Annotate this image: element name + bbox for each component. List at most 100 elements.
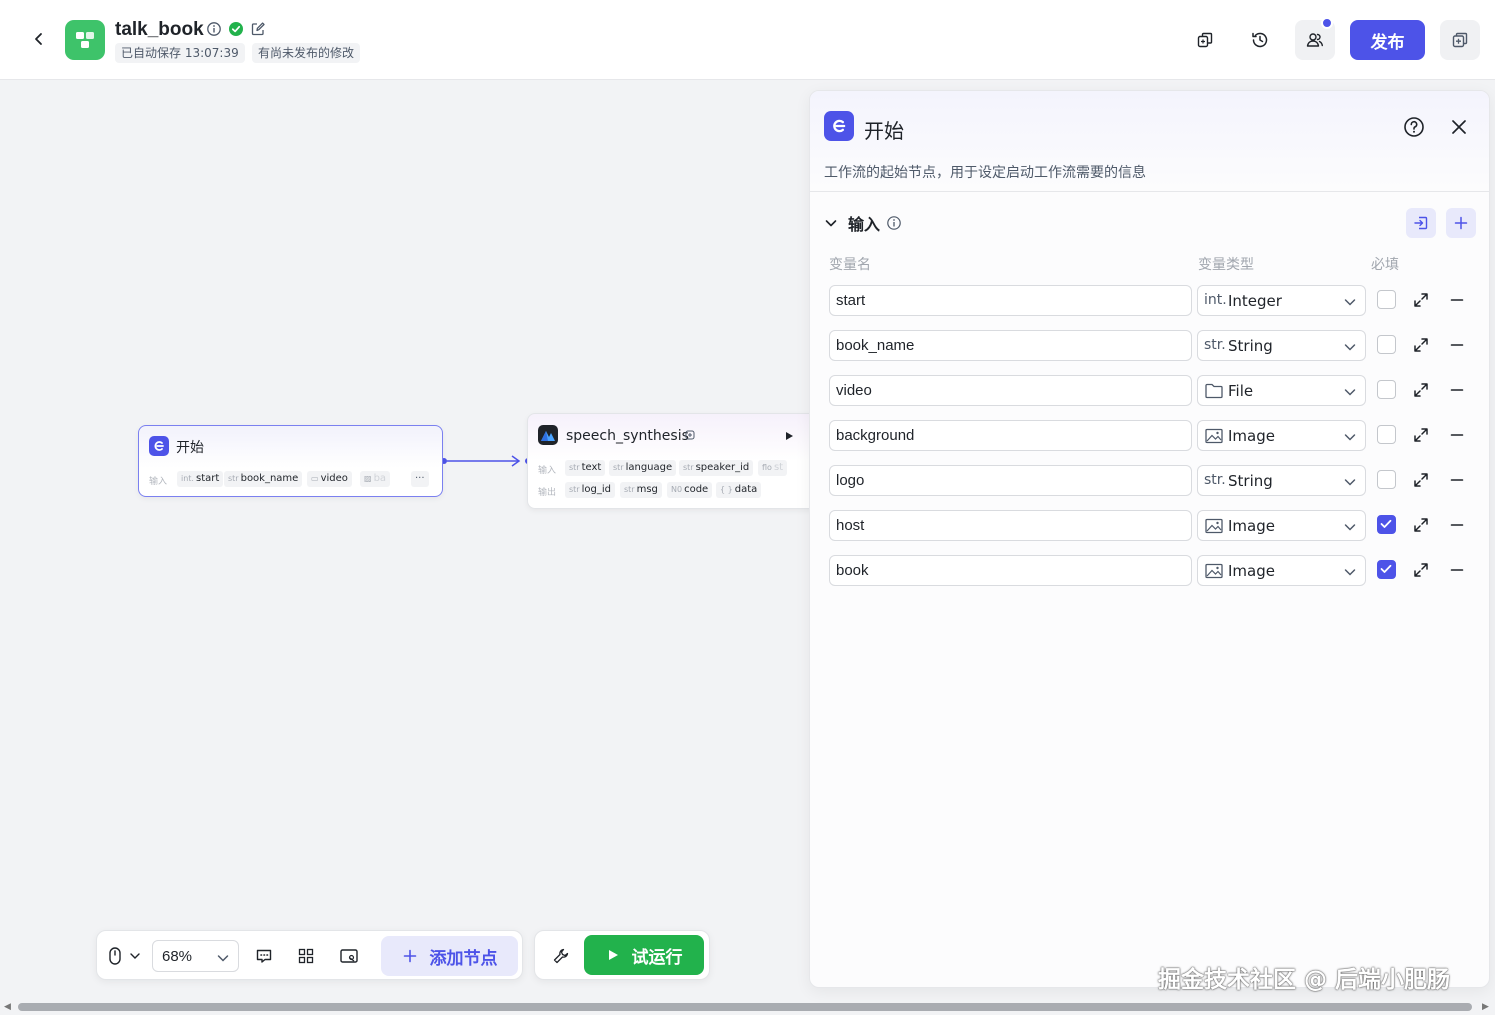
info-icon[interactable] — [206, 21, 222, 37]
import-variables-button[interactable] — [1406, 208, 1436, 238]
publish-button[interactable]: 发布 — [1350, 20, 1425, 60]
column-header-required: 必填 — [1371, 257, 1399, 273]
scroll-right-arrow[interactable]: ▶ — [1482, 1001, 1489, 1012]
variable-type-select[interactable]: Image — [1197, 555, 1366, 586]
image-icon: ▨ — [364, 474, 372, 483]
plugin-icon — [685, 430, 695, 440]
variable-name-input[interactable] — [829, 375, 1192, 406]
edit-icon[interactable] — [250, 21, 266, 37]
required-checkbox[interactable] — [1377, 335, 1396, 354]
minus-icon[interactable] — [1448, 561, 1466, 579]
speech-input-chip: str language — [609, 460, 677, 476]
debug-settings-button[interactable] — [549, 944, 573, 968]
zoom-select[interactable]: 68% — [152, 940, 239, 972]
scroll-left-arrow[interactable]: ◀ — [4, 1001, 11, 1012]
column-header-name: 变量名 — [829, 257, 871, 273]
users-icon — [1306, 33, 1323, 47]
back-button[interactable] — [26, 26, 52, 52]
variable-type-label: Image — [1228, 427, 1275, 445]
panel-title: 开始 — [864, 119, 904, 143]
start-input-chip: int. start — [177, 471, 224, 487]
chevron-down-icon — [217, 955, 229, 962]
minus-icon[interactable] — [1448, 381, 1466, 399]
minus-icon[interactable] — [1448, 291, 1466, 309]
import-icon — [1414, 216, 1428, 230]
variable-name-input[interactable] — [829, 510, 1192, 541]
required-checkbox[interactable] — [1377, 425, 1396, 444]
chevron-down-icon — [1344, 389, 1356, 396]
start-icon — [154, 441, 164, 451]
horizontal-scrollbar[interactable] — [18, 1003, 1472, 1011]
expand-icon[interactable] — [1412, 426, 1430, 444]
expand-icon[interactable] — [1412, 381, 1430, 399]
variable-type-select[interactable]: Image — [1197, 420, 1366, 451]
minus-icon[interactable] — [1448, 471, 1466, 489]
variable-type-label: String — [1228, 472, 1273, 490]
required-checkbox[interactable] — [1377, 290, 1396, 309]
variable-type-label: String — [1228, 337, 1273, 355]
variable-type-select[interactable]: str. String — [1197, 465, 1366, 496]
chevron-down-icon — [1344, 299, 1356, 306]
image-icon — [1205, 563, 1223, 579]
expand-icon[interactable] — [1412, 291, 1430, 309]
layout-grid-icon — [298, 948, 314, 964]
more-chip[interactable]: ··· — [411, 471, 429, 487]
chevron-down-icon — [1344, 479, 1356, 486]
collaborators-button[interactable] — [1295, 17, 1335, 60]
start-node[interactable]: 开始 输入 int. start str book_name ▭ video ▨ ba … — [138, 425, 443, 497]
expand-icon[interactable] — [1412, 516, 1430, 534]
copy-workflow-button[interactable] — [1185, 20, 1225, 60]
speech-output-chip: { } data — [716, 482, 762, 498]
comment-button[interactable] — [252, 944, 276, 968]
play-icon[interactable] — [784, 431, 794, 441]
variable-name-input[interactable] — [829, 285, 1192, 316]
app-name: talk_book — [115, 19, 204, 40]
info-icon[interactable] — [886, 215, 902, 231]
add-variable-button[interactable] — [1446, 208, 1476, 238]
interaction-mode-button[interactable] — [105, 944, 145, 968]
test-run-label: 试运行 — [631, 947, 683, 968]
variable-name-input[interactable] — [829, 420, 1192, 451]
copy-icon — [1197, 32, 1213, 48]
variable-name-input[interactable] — [829, 555, 1192, 586]
variable-type-select[interactable]: int. Integer — [1197, 285, 1366, 316]
variable-row: File — [810, 375, 1489, 407]
required-checkbox[interactable] — [1377, 560, 1396, 579]
minus-icon[interactable] — [1448, 516, 1466, 534]
expand-icon[interactable] — [1412, 336, 1430, 354]
variable-type-select[interactable]: File — [1197, 375, 1366, 406]
help-icon[interactable] — [1403, 116, 1425, 138]
input-section-toggle[interactable]: 输入 — [824, 211, 902, 235]
input-section-label: 输入 — [848, 215, 881, 234]
required-checkbox[interactable] — [1377, 515, 1396, 534]
plus-icon — [403, 949, 416, 963]
variable-type-label: Image — [1228, 517, 1275, 535]
history-button[interactable] — [1240, 20, 1280, 60]
duplicate-button[interactable] — [1440, 20, 1480, 60]
variable-type-select[interactable]: Image — [1197, 510, 1366, 541]
auto-layout-button[interactable] — [294, 944, 318, 968]
speech-synthesis-node[interactable]: speech_synthesis 输入 str text str language … — [527, 413, 827, 509]
column-header-type: 变量类型 — [1198, 257, 1254, 273]
minus-icon[interactable] — [1448, 426, 1466, 444]
workflow-logo-icon — [76, 32, 94, 48]
minimap-button[interactable] — [337, 944, 361, 968]
variable-name-input[interactable] — [829, 330, 1192, 361]
variable-type-select[interactable]: str. String — [1197, 330, 1366, 361]
required-checkbox[interactable] — [1377, 380, 1396, 399]
chevron-left-icon — [35, 33, 42, 45]
expand-icon[interactable] — [1412, 471, 1430, 489]
required-checkbox[interactable] — [1377, 470, 1396, 489]
mouse-icon — [109, 947, 140, 965]
close-icon[interactable] — [1449, 117, 1469, 137]
add-node-button[interactable]: 添加节点 — [381, 936, 518, 976]
expand-icon[interactable] — [1412, 561, 1430, 579]
unpublished-status: 有尚未发布的修改 — [252, 43, 361, 63]
check-icon — [1380, 519, 1392, 528]
variable-name-input[interactable] — [829, 465, 1192, 496]
start-input-chip: str book_name — [224, 471, 303, 487]
minus-icon[interactable] — [1448, 336, 1466, 354]
edge-connector — [441, 455, 531, 467]
variable-row: Image — [810, 510, 1489, 542]
test-run-button[interactable]: 试运行 — [584, 935, 704, 975]
